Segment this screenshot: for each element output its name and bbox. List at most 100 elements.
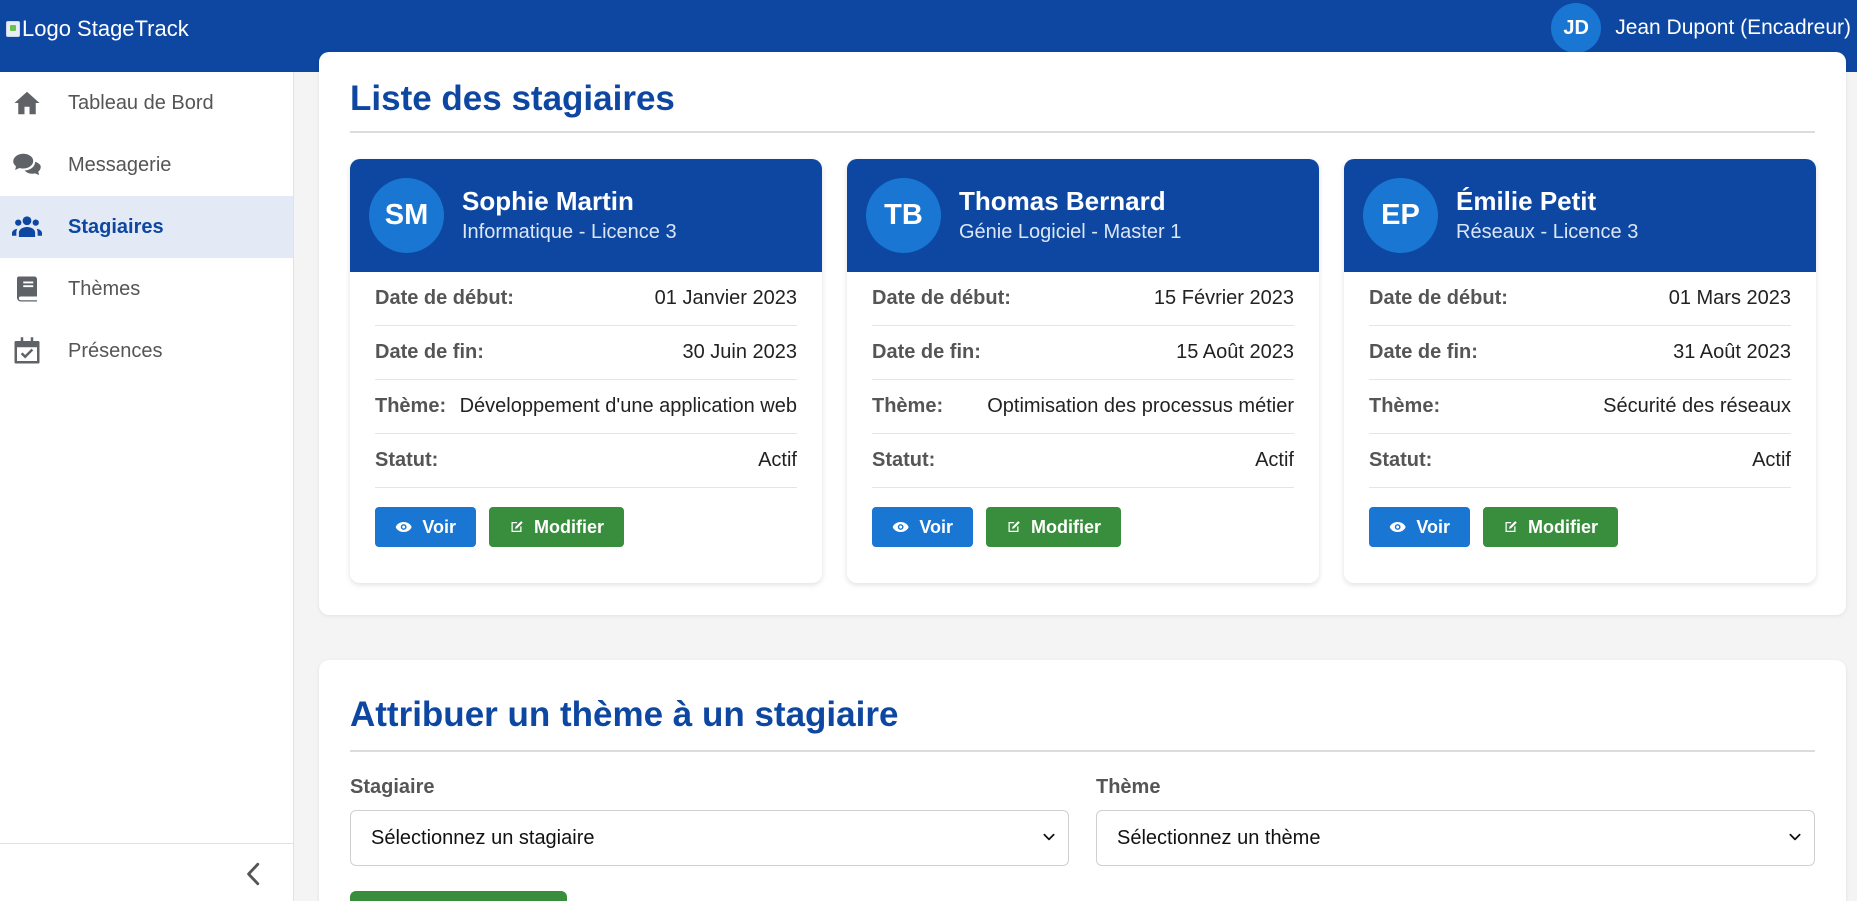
intern-select[interactable]: Sélectionnez un stagiaire (350, 810, 1069, 866)
end-date-value: 30 Juin 2023 (682, 341, 797, 363)
chevron-down-icon (1043, 833, 1055, 841)
title-divider (350, 750, 1815, 752)
intern-name: Thomas Bernard (959, 186, 1166, 216)
intern-card: SM Sophie Martin Informatique - Licence … (350, 159, 822, 583)
end-date-label: Date de fin: (375, 341, 484, 363)
edit-icon (511, 521, 523, 532)
status-label: Statut: (1369, 449, 1433, 471)
edit-icon (1505, 521, 1517, 532)
avatar: SM (369, 178, 444, 253)
sidebar: Tableau de Bord Messagerie Stagiaires Th… (0, 72, 294, 901)
user-menu[interactable]: JD Jean Dupont (Encadreur) (1551, 3, 1851, 53)
card-header: EP Émilie Petit Réseaux - Licence 3 (1344, 159, 1816, 272)
sidebar-item-label: Tableau de Bord (68, 91, 214, 114)
start-date-row: Date de début: 15 Février 2023 (872, 272, 1294, 326)
status-label: Statut: (872, 449, 936, 471)
calendar-check-icon (10, 334, 44, 368)
assign-button[interactable] (350, 891, 567, 901)
intern-name: Sophie Martin (462, 186, 634, 216)
chat-icon (10, 148, 44, 182)
card-header: SM Sophie Martin Informatique - Licence … (350, 159, 822, 272)
theme-select[interactable]: Sélectionnez un thème (1096, 810, 1815, 866)
sidebar-item-attendance[interactable]: Présences (0, 320, 293, 382)
intern-card: EP Émilie Petit Réseaux - Licence 3 Date… (1344, 159, 1816, 583)
intern-program: Réseaux - Licence 3 (1456, 221, 1639, 243)
theme-label: Thème: (872, 395, 944, 417)
status-row: Statut: Actif (375, 434, 797, 488)
end-date-row: Date de fin: 15 Août 2023 (872, 326, 1294, 380)
theme-value: Développement d'une application web (459, 395, 797, 417)
theme-select-label: Thème (1096, 776, 1161, 798)
card-body: Date de début: 01 Janvier 2023 Date de fi… (350, 272, 822, 547)
broken-image-icon (6, 21, 20, 37)
status-row: Statut: Actif (1369, 434, 1791, 488)
edit-label: Modifier (1031, 516, 1101, 537)
theme-value: Optimisation des processus métier (987, 395, 1294, 417)
app-logo[interactable]: Logo StageTrack (6, 16, 189, 42)
book-icon (10, 272, 44, 306)
eye-icon (892, 521, 909, 533)
sidebar-item-dashboard[interactable]: Tableau de Bord (0, 72, 293, 134)
intern-select-value: Sélectionnez un stagiaire (371, 826, 595, 849)
view-label: Voir (422, 516, 456, 537)
intern-select-label: Stagiaire (350, 776, 435, 798)
home-icon (10, 86, 44, 120)
avatar: TB (866, 178, 941, 253)
users-icon (10, 210, 44, 244)
start-date-label: Date de début: (1369, 287, 1508, 309)
start-date-row: Date de début: 01 Mars 2023 (1369, 272, 1791, 326)
status-row: Statut: Actif (872, 434, 1294, 488)
end-date-row: Date de fin: 31 Août 2023 (1369, 326, 1791, 380)
start-date-label: Date de début: (375, 287, 514, 309)
edit-icon (1008, 521, 1020, 532)
sidebar-item-interns[interactable]: Stagiaires (0, 196, 293, 258)
avatar[interactable]: JD (1551, 3, 1602, 53)
view-button[interactable]: Voir (872, 507, 973, 547)
edit-button[interactable]: Modifier (1483, 507, 1618, 547)
sidebar-item-label: Thèmes (68, 277, 141, 300)
sidebar-item-label: Messagerie (68, 153, 172, 176)
intern-name: Émilie Petit (1456, 186, 1597, 216)
view-label: Voir (1416, 516, 1450, 537)
status-value: Actif (1752, 449, 1791, 471)
card-actions: Voir Modifier (1369, 507, 1791, 547)
theme-row: Thème: Optimisation des processus métier (872, 380, 1294, 434)
chevron-down-icon (1789, 833, 1801, 841)
avatar: EP (1363, 178, 1438, 253)
edit-button[interactable]: Modifier (986, 507, 1121, 547)
card-actions: Voir Modifier (872, 507, 1294, 547)
card-actions: Voir Modifier (375, 507, 797, 547)
sidebar-item-themes[interactable]: Thèmes (0, 258, 293, 320)
theme-value: Sécurité des réseaux (1603, 395, 1791, 417)
page-title: Liste des stagiaires (350, 79, 675, 118)
sidebar-footer (0, 843, 294, 901)
sidebar-item-messaging[interactable]: Messagerie (0, 134, 293, 196)
intern-card: TB Thomas Bernard Génie Logiciel - Maste… (847, 159, 1319, 583)
card-body: Date de début: 15 Février 2023 Date de fi… (847, 272, 1319, 547)
eye-icon (1389, 521, 1406, 533)
view-button[interactable]: Voir (375, 507, 476, 547)
user-name: Jean Dupont (Encadreur) (1615, 16, 1851, 39)
intern-program: Génie Logiciel - Master 1 (959, 221, 1182, 243)
theme-label: Thème: (1369, 395, 1441, 417)
start-date-value: 01 Mars 2023 (1668, 287, 1791, 309)
start-date-row: Date de début: 01 Janvier 2023 (375, 272, 797, 326)
edit-label: Modifier (1528, 516, 1598, 537)
sidebar-item-label: Stagiaires (68, 215, 164, 238)
section-title: Attribuer un thème à un stagiaire (350, 695, 899, 734)
status-value: Actif (758, 449, 797, 471)
end-date-label: Date de fin: (872, 341, 981, 363)
title-divider (350, 131, 1815, 133)
edit-button[interactable]: Modifier (489, 507, 624, 547)
chevron-left-icon[interactable] (240, 860, 268, 888)
card-header: TB Thomas Bernard Génie Logiciel - Maste… (847, 159, 1319, 272)
logo-alt-text: Logo StageTrack (22, 16, 189, 41)
view-button[interactable]: Voir (1369, 507, 1470, 547)
card-body: Date de début: 01 Mars 2023 Date de fin: 3… (1344, 272, 1816, 547)
intern-program: Informatique - Licence 3 (462, 221, 677, 243)
edit-label: Modifier (534, 516, 604, 537)
start-date-value: 15 Février 2023 (1153, 287, 1294, 309)
theme-row: Thème: Sécurité des réseaux (1369, 380, 1791, 434)
start-date-label: Date de début: (872, 287, 1011, 309)
eye-icon (395, 521, 412, 533)
